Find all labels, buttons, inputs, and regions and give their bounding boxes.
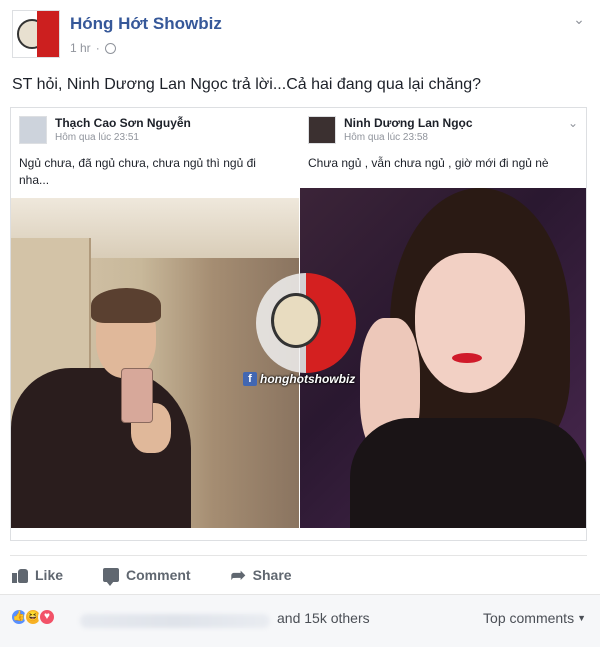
- post-image[interactable]: Thạch Cao Sơn Nguyễn Hôm qua lúc 23:51 N…: [10, 107, 587, 541]
- watermark-logo: [256, 273, 356, 373]
- facebook-icon: f: [243, 372, 257, 386]
- share-label: Share: [252, 566, 292, 583]
- mini-post-time: Hôm qua lúc 23:58: [344, 132, 428, 143]
- thumbs-up-icon: [12, 567, 28, 583]
- watermark-label: f honghotshowbiz: [243, 370, 355, 388]
- phone-icon: [121, 368, 153, 423]
- reaction-count[interactable]: and 15k others: [277, 610, 370, 626]
- page-avatar[interactable]: [12, 10, 60, 58]
- mini-avatar: [308, 116, 336, 144]
- like-label: Like: [35, 566, 64, 583]
- mini-chevron-icon: ⌄: [567, 116, 578, 130]
- mini-post-time: Hôm qua lúc 23:51: [55, 132, 139, 143]
- share-arrow-icon: ➦: [230, 564, 246, 585]
- post-timestamp[interactable]: 1 hr: [70, 41, 91, 55]
- comment-icon: [103, 567, 120, 586]
- reactions-bar: 👍 😆 ♥ and 15k others Top comments ▼: [0, 594, 600, 647]
- mini-post-text: Chưa ngủ , vẫn chưa ngủ , giờ mới đi ngủ…: [308, 156, 549, 170]
- comment-label: Comment: [126, 566, 191, 583]
- caret-down-icon: ▼: [577, 613, 586, 623]
- mini-post-author: Ninh Dương Lan Ngọc: [344, 116, 473, 130]
- page-name-link[interactable]: Hóng Hớt Showbiz: [70, 14, 222, 34]
- top-comments-dropdown[interactable]: Top comments ▼: [483, 610, 586, 626]
- love-reaction-icon: ♥: [38, 608, 56, 626]
- share-button[interactable]: ➦ Share: [230, 564, 292, 585]
- mini-avatar: [19, 116, 47, 144]
- avatar-red-stripe: [37, 11, 59, 57]
- watermark-text: honghotshowbiz: [260, 372, 356, 386]
- post-options-chevron-icon[interactable]: ⌄: [572, 12, 586, 26]
- post-meta: 1 hr ·: [70, 41, 116, 55]
- blurred-reactor-names: [80, 614, 270, 628]
- top-comments-label: Top comments: [483, 610, 575, 626]
- comment-button[interactable]: Comment: [103, 566, 191, 586]
- mini-post-header: Ninh Dương Lan Ngọc Hôm qua lúc 23:58 ⌄ …: [300, 108, 586, 198]
- post-text: ST hỏi, Ninh Dương Lan Ngọc trả lời...Cả…: [12, 76, 482, 93]
- like-button[interactable]: Like: [12, 567, 63, 583]
- mini-post-author: Thạch Cao Sơn Nguyễn: [55, 116, 191, 130]
- post-header: Hóng Hớt Showbiz 1 hr · ⌄: [12, 10, 588, 60]
- globe-icon[interactable]: [104, 42, 116, 54]
- reaction-icons[interactable]: 👍 😆 ♥: [10, 608, 56, 626]
- mini-post-header: Thạch Cao Sơn Nguyễn Hôm qua lúc 23:51 N…: [11, 108, 299, 198]
- mini-post-text: Ngủ chưa, đã ngủ chưa, chưa ngủ thì ngủ …: [19, 156, 256, 187]
- post-actions-bar: Like Comment ➦ Share: [10, 555, 587, 593]
